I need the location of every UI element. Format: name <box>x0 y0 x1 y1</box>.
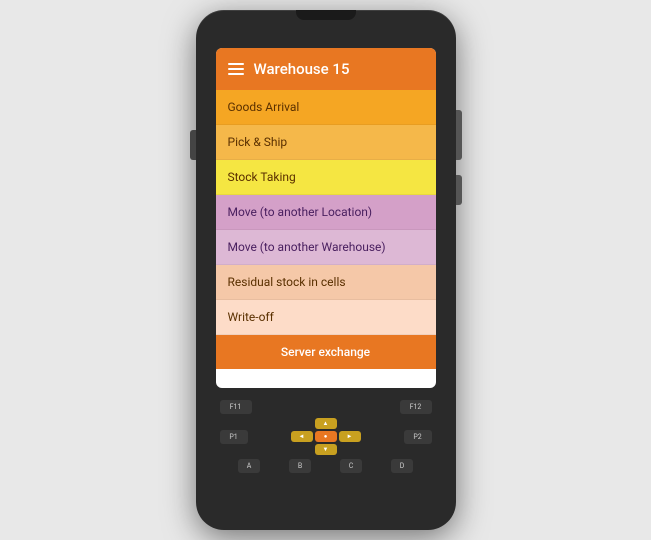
left-side-button[interactable] <box>190 130 196 160</box>
menu-item-stock-taking[interactable]: Stock Taking <box>216 160 436 195</box>
up-arrow-key[interactable]: ▲ <box>315 418 337 429</box>
server-exchange-button[interactable]: Server exchange <box>216 335 436 369</box>
center-key[interactable]: ● <box>315 431 337 442</box>
menu-item-write-off[interactable]: Write-off <box>216 300 436 335</box>
app-header: Warehouse 15 <box>216 48 436 90</box>
fn-key-row: F11 F12 <box>216 400 436 414</box>
device-bottom: F11 F12 P1 ▲ ◄ ● ► ▼ <box>196 388 456 530</box>
p2-key[interactable]: P2 <box>404 430 432 444</box>
left-arrow-key[interactable]: ◄ <box>291 431 313 442</box>
f12-key[interactable]: F12 <box>400 400 432 414</box>
right-arrow-key[interactable]: ► <box>339 431 361 442</box>
app-title: Warehouse 15 <box>254 60 350 78</box>
c-key[interactable]: C <box>340 459 362 473</box>
nav-cluster: ▲ ◄ ● ► ▼ <box>291 418 361 455</box>
keypad: F11 F12 P1 ▲ ◄ ● ► ▼ <box>216 400 436 475</box>
menu-list: Goods ArrivalPick & ShipStock TakingMove… <box>216 90 436 335</box>
down-arrow-key[interactable]: ▼ <box>315 444 337 455</box>
device-top <box>196 10 456 46</box>
menu-item-residual-stock[interactable]: Residual stock in cells <box>216 265 436 300</box>
right-side-button-top[interactable] <box>456 110 462 160</box>
a-key[interactable]: A <box>238 459 260 473</box>
device-screen: Warehouse 15 Goods ArrivalPick & ShipSto… <box>216 48 436 388</box>
alpha-key-row: A B C D <box>216 459 436 473</box>
hamburger-icon[interactable] <box>228 63 244 75</box>
f11-key[interactable]: F11 <box>220 400 252 414</box>
handheld-device: Warehouse 15 Goods ArrivalPick & ShipSto… <box>196 10 456 530</box>
menu-item-move-warehouse[interactable]: Move (to another Warehouse) <box>216 230 436 265</box>
p1-key[interactable]: P1 <box>220 430 248 444</box>
menu-item-move-location[interactable]: Move (to another Location) <box>216 195 436 230</box>
menu-item-pick-ship[interactable]: Pick & Ship <box>216 125 436 160</box>
b-key[interactable]: B <box>289 459 311 473</box>
nav-row: P1 ▲ ◄ ● ► ▼ P2 <box>216 418 436 455</box>
menu-item-goods-arrival[interactable]: Goods Arrival <box>216 90 436 125</box>
d-key[interactable]: D <box>391 459 413 473</box>
right-side-button-bottom[interactable] <box>456 175 462 205</box>
